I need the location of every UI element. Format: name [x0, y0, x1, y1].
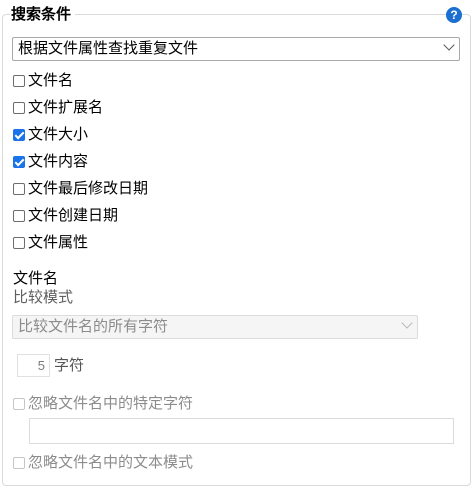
- criterion-file-extension[interactable]: 文件扩展名: [13, 97, 103, 119]
- criterion-label: 文件创建日期: [28, 207, 119, 224]
- criterion-label: 文件属性: [28, 234, 89, 251]
- criterion-checkbox[interactable]: [13, 102, 25, 114]
- search-mode-select[interactable]: 根据文件属性查找重复文件: [12, 37, 460, 61]
- compare-mode-label: 比较模式: [13, 289, 74, 306]
- criterion-filename[interactable]: 文件名: [13, 70, 73, 92]
- criterion-checkbox[interactable]: [13, 75, 25, 87]
- char-count-unit: 字符: [54, 357, 85, 374]
- ignore-specific-chars-checkbox[interactable]: [13, 398, 25, 410]
- criterion-file-size[interactable]: 文件大小: [13, 124, 88, 146]
- ignore-text-pattern-option[interactable]: 忽略文件名中的文本模式: [13, 452, 193, 474]
- criterion-checkbox[interactable]: [13, 210, 25, 222]
- ignore-text-pattern-checkbox[interactable]: [13, 457, 25, 469]
- ignore-specific-chars-label: 忽略文件名中的特定字符: [28, 395, 194, 412]
- char-count-input[interactable]: 5: [17, 354, 50, 377]
- criterion-label: 文件扩展名: [28, 99, 104, 116]
- ignore-chars-input[interactable]: [29, 418, 454, 444]
- help-icon[interactable]: ?: [446, 7, 462, 23]
- criterion-checkbox[interactable]: [13, 129, 25, 141]
- criterion-label: 文件名: [28, 72, 74, 89]
- criterion-checkbox[interactable]: [13, 156, 25, 168]
- criterion-label: 文件大小: [28, 126, 89, 143]
- criterion-file-content[interactable]: 文件内容: [13, 151, 88, 173]
- compare-mode-select[interactable]: 比较文件名的所有字符: [12, 315, 418, 339]
- criterion-checkbox[interactable]: [13, 237, 25, 249]
- criterion-created-date[interactable]: 文件创建日期: [13, 205, 118, 227]
- criterion-modified-date[interactable]: 文件最后修改日期: [13, 178, 148, 200]
- criterion-checkbox[interactable]: [13, 183, 25, 195]
- compare-mode-value: 比较文件名的所有字符: [18, 318, 169, 335]
- criterion-file-attributes[interactable]: 文件属性: [13, 232, 88, 254]
- criterion-label: 文件内容: [28, 153, 89, 170]
- filename-section-title: 文件名: [13, 270, 59, 287]
- chevron-down-icon: [443, 39, 455, 51]
- ignore-specific-chars-option[interactable]: 忽略文件名中的特定字符: [13, 393, 193, 415]
- ignore-text-pattern-label: 忽略文件名中的文本模式: [28, 454, 194, 471]
- criterion-label: 文件最后修改日期: [28, 180, 149, 197]
- search-mode-value: 根据文件属性查找重复文件: [18, 40, 199, 57]
- group-title: 搜索条件: [10, 5, 76, 25]
- chevron-down-icon: [401, 317, 413, 329]
